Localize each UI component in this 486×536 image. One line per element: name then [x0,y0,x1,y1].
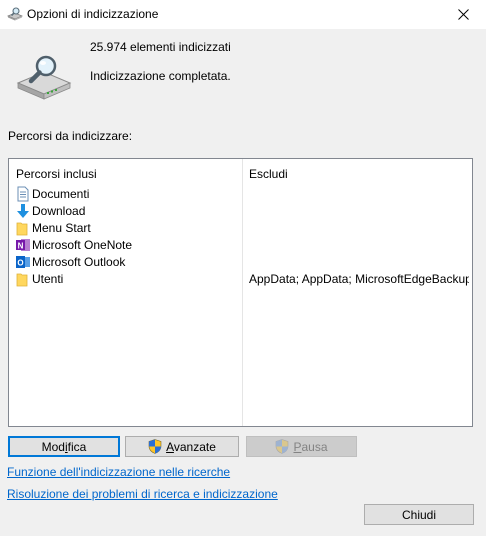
button-label: Modifica [41,439,87,454]
close-icon [458,9,469,20]
close-button[interactable] [441,0,486,29]
list-item-label: Microsoft OneNote [32,237,133,252]
list-item[interactable]: Utenti [15,270,63,287]
list-item-label: Download [32,203,86,218]
document-library-icon [17,186,29,201]
column-header-included[interactable]: Percorsi inclusi [16,167,97,181]
drive-search-icon [16,55,72,100]
column-divider [242,159,243,426]
list-item-label: Menu Start [32,220,91,235]
outlook-icon: O [16,255,30,268]
folder-icon [16,273,28,286]
list-item[interactable]: Menu Start [15,219,91,236]
locations-list[interactable]: Percorsi inclusi Escludi Documenti Downl… [8,158,473,427]
column-header-exclude[interactable]: Escludi [249,167,288,181]
folder-icon [16,222,28,235]
svg-text:N: N [18,241,24,250]
pause-button[interactable]: Pausa [246,436,357,457]
indexing-options-icon [7,7,23,21]
list-item-label: Documenti [32,186,90,201]
download-arrow-icon [17,203,29,218]
list-item[interactable]: Download [15,202,85,219]
title-bar: Opzioni di indicizzazione [0,0,486,29]
uac-shield-icon [276,439,289,454]
svg-text:O: O [17,258,23,267]
list-item[interactable]: Documenti [15,185,89,202]
close-dialog-button[interactable]: Chiudi [364,504,474,525]
exclusion-value: AppData; AppData; MicrosoftEdgeBackup... [249,272,469,286]
list-item-label: Utenti [32,271,64,286]
window-title: Opzioni di indicizzazione [27,7,159,21]
list-item-label: Microsoft Outlook [32,254,126,269]
button-label: Chiudi [401,507,437,522]
list-item[interactable]: O Microsoft Outlook [15,253,125,270]
section-label: Percorsi da indicizzare: [8,129,133,143]
indexed-items-count: 25.974 elementi indicizzati [90,40,231,54]
uac-shield-icon [148,439,162,454]
indexing-status: Indicizzazione completata. [90,69,231,83]
advanced-button[interactable]: Avanzate [125,436,239,457]
button-label: Avanzate [166,439,216,454]
button-label: Pausa [293,439,328,454]
modify-button[interactable]: Modifica [8,436,120,457]
list-item[interactable]: N Microsoft OneNote [15,236,132,253]
search-indexing-link[interactable]: Funzione dell'indicizzazione nelle ricer… [7,465,230,479]
onenote-icon: N [16,238,30,251]
troubleshoot-link[interactable]: Risoluzione dei problemi di ricerca e in… [7,487,278,501]
